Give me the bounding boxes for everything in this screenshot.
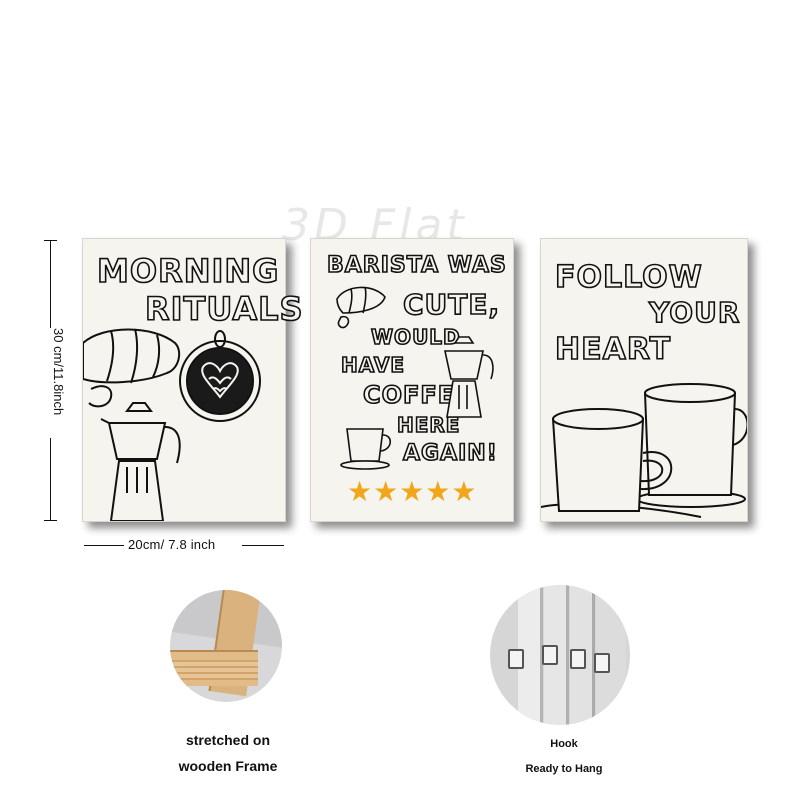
frame-caption-line2: wooden Frame bbox=[178, 758, 278, 774]
poster-1-illustration bbox=[83, 328, 261, 521]
height-dimension-bottom-tick bbox=[44, 520, 57, 521]
poster-barista: BARISTA WAS CUTE, WOULD HAVE COFFEE HERE… bbox=[310, 238, 514, 522]
hook-icon bbox=[508, 649, 524, 669]
coffee-cup-icon bbox=[340, 428, 392, 470]
hook-icon bbox=[570, 649, 586, 669]
hook-detail-photo bbox=[490, 585, 630, 725]
hook-caption-line1: Hook bbox=[550, 738, 578, 750]
hook-caption-line2: Ready to Hang bbox=[525, 763, 603, 775]
latte-cup-icon bbox=[179, 330, 261, 422]
moka-pot-icon bbox=[100, 402, 181, 521]
poster-follow-your-heart: FOLLOW YOUR HEART bbox=[540, 238, 748, 522]
frame-caption-line1: stretched on bbox=[185, 732, 270, 748]
poster-3-illustration bbox=[541, 383, 747, 518]
wooden-frame-detail-photo bbox=[170, 590, 282, 702]
width-dimension-line-left bbox=[84, 545, 124, 546]
wood-grain-lines bbox=[170, 660, 258, 680]
hook-icon bbox=[542, 645, 558, 665]
croissant-icon bbox=[336, 286, 386, 329]
poster-3-title-line3: HEART bbox=[554, 332, 672, 367]
poster-3-title-line2: YOUR bbox=[648, 296, 741, 329]
rating-stars: ★★★★★ bbox=[347, 475, 478, 508]
poster-1-title-line1: MORNING bbox=[96, 252, 280, 290]
poster-3-title-line1: FOLLOW bbox=[554, 260, 703, 295]
width-dimension-label: 20cm/ 7.8 inch bbox=[128, 537, 216, 552]
hook-icon bbox=[594, 653, 610, 673]
poster-morning-rituals: MORNING RITUALS bbox=[82, 238, 303, 522]
moka-pot-icon bbox=[444, 336, 494, 418]
height-dimension-label: 30 cm/11.8inch bbox=[51, 328, 66, 416]
croissant-icon bbox=[83, 328, 181, 408]
height-dimension-top-tick bbox=[44, 240, 57, 241]
width-dimension-line-right bbox=[242, 545, 284, 546]
poster-1-title-line2: RITUALS bbox=[144, 290, 304, 328]
